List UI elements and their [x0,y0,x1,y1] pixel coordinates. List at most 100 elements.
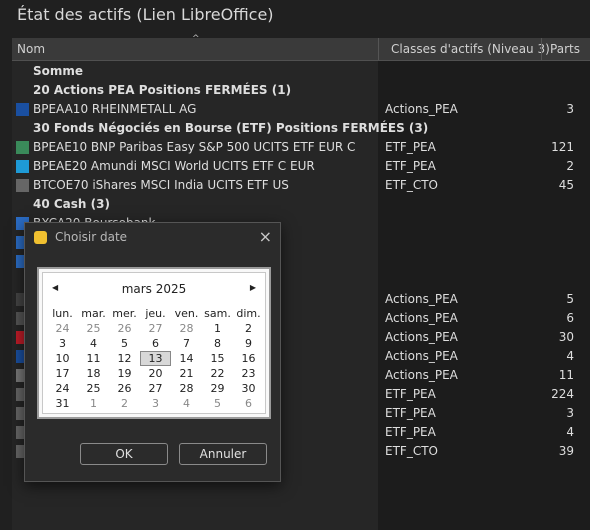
cell-name: 40 Cash (3) [33,197,110,211]
cell-asset-class: ETF_PEA [385,159,436,173]
calendar-day[interactable]: 5 [202,396,233,411]
weekday-label: jeu. [145,307,166,320]
calendar-day[interactable]: 1 [78,396,109,411]
table-row[interactable]: BPEAE10 BNP Paribas Easy S&P 500 UCITS E… [12,138,590,157]
cancel-button[interactable]: Annuler [179,443,267,465]
weekday-label: dim. [236,307,261,320]
cell-asset-class: Actions_PEA [385,102,458,116]
asset-logo-icon [16,141,29,154]
calendar-day[interactable]: 22 [202,366,233,381]
calendar-day[interactable]: 19 [109,366,140,381]
cell-name: 30 Fonds Négociés en Bourse (ETF) Positi… [33,121,429,135]
sort-ascending-icon[interactable]: ^ [192,34,200,44]
cell-asset-class: Actions_PEA [385,349,458,363]
cell-asset-class: ETF_CTO [385,444,438,458]
calendar-day[interactable]: 9 [233,336,264,351]
calendar-day[interactable]: 21 [171,366,202,381]
cell-parts: 6 [566,311,574,325]
cell-asset-class: ETF_PEA [385,406,436,420]
cell-parts: 224 [551,387,574,401]
ok-button[interactable]: OK [80,443,168,465]
weekday-label: lun. [52,307,73,320]
table-header: Nom ^ Classes d'actifs (Niveau 3) Parts [12,34,590,61]
table-row[interactable]: 40 Cash (3) [12,195,590,214]
app-icon [34,231,47,244]
cell-parts: 39 [558,444,574,458]
calendar-day[interactable]: 1 [202,321,233,336]
asset-logo-icon [16,160,29,173]
calendar-day[interactable]: 13 [140,351,171,366]
calendar-day[interactable]: 26 [109,381,140,396]
calendar-frame: ◀ mars 2025 ▶ lun. mar. mer. jeu. ven. sam. di… [37,267,271,419]
weekday-label: mar. [81,307,106,320]
calendar-day[interactable]: 16 [233,351,264,366]
cell-name: Somme [33,64,84,78]
table-row[interactable]: BPEAA10 RHEINMETALL AG Actions_PEA 3 [12,100,590,119]
calendar-day[interactable]: 23 [233,366,264,381]
weekday-label: ven. [174,307,199,320]
calendar-day[interactable]: 27 [140,381,171,396]
calendar-day[interactable]: 6 [233,396,264,411]
calendar-day[interactable]: 11 [78,351,109,366]
cell-parts: 30 [558,330,574,344]
column-header-parts[interactable]: Parts [541,38,590,60]
cell-parts: 2 [566,159,574,173]
cell-asset-class: ETF_PEA [385,425,436,439]
calendar-day[interactable]: 28 [171,381,202,396]
calendar-day[interactable]: 30 [233,381,264,396]
calendar-day[interactable]: 10 [47,351,78,366]
cell-parts: 11 [558,368,574,382]
calendar-day[interactable]: 3 [47,336,78,351]
table-row[interactable]: Somme [12,62,590,81]
calendar-day[interactable]: 27 [140,321,171,336]
column-header-asset-class[interactable]: Classes d'actifs (Niveau 3) [378,38,553,60]
calendar-day[interactable]: 26 [109,321,140,336]
table-row[interactable]: 30 Fonds Négociés en Bourse (ETF) Positi… [12,119,590,138]
cell-parts: 45 [558,178,574,192]
cell-name: BPEAE10 BNP Paribas Easy S&P 500 UCITS E… [33,140,356,154]
calendar-day[interactable]: 18 [78,366,109,381]
cell-asset-class: Actions_PEA [385,330,458,344]
weekday-label: sam. [204,307,231,320]
calendar-day[interactable]: 4 [78,336,109,351]
calendar-day[interactable]: 12 [109,351,140,366]
calendar-day[interactable]: 2 [109,396,140,411]
dialog-title: Choisir date [55,230,128,244]
asset-logo-icon [16,179,29,192]
cell-parts: 4 [566,349,574,363]
calendar-day[interactable]: 8 [202,336,233,351]
calendar-day[interactable]: 25 [78,321,109,336]
cell-asset-class: ETF_CTO [385,178,438,192]
close-icon[interactable]: × [259,227,272,246]
cell-parts: 3 [566,406,574,420]
calendar-day[interactable]: 29 [202,381,233,396]
next-month-icon[interactable]: ▶ [250,283,256,292]
calendar-day[interactable]: 24 [47,381,78,396]
calendar-day[interactable]: 7 [171,336,202,351]
cell-asset-class: ETF_PEA [385,387,436,401]
table-row[interactable]: BPEAE20 Amundi MSCI World UCITS ETF C EU… [12,157,590,176]
calendar-day[interactable]: 5 [109,336,140,351]
calendar-day[interactable]: 20 [140,366,171,381]
calendar-day[interactable]: 4 [171,396,202,411]
cell-asset-class: Actions_PEA [385,368,458,382]
calendar-month-label: mars 2025 [121,282,187,296]
cell-asset-class: ETF_PEA [385,140,436,154]
calendar-day[interactable]: 6 [140,336,171,351]
calendar-day[interactable]: 2 [233,321,264,336]
calendar-day[interactable]: 3 [140,396,171,411]
cell-parts: 3 [566,102,574,116]
choose-date-dialog: Choisir date × ◀ mars 2025 ▶ lun. mar. mer… [24,222,281,482]
table-row[interactable]: 20 Actions PEA Positions FERMÉES (1) [12,81,590,100]
weekday-label: mer. [112,307,137,320]
calendar-day[interactable]: 14 [171,351,202,366]
calendar-day[interactable]: 15 [202,351,233,366]
calendar-day[interactable]: 28 [171,321,202,336]
calendar-day[interactable]: 24 [47,321,78,336]
cell-asset-class: Actions_PEA [385,292,458,306]
calendar-day[interactable]: 31 [47,396,78,411]
calendar-day[interactable]: 25 [78,381,109,396]
calendar-day[interactable]: 17 [47,366,78,381]
table-row[interactable]: BTCOE70 iShares MSCI India UCITS ETF US E… [12,176,590,195]
page-title: État des actifs (Lien LibreOffice) [17,5,274,24]
